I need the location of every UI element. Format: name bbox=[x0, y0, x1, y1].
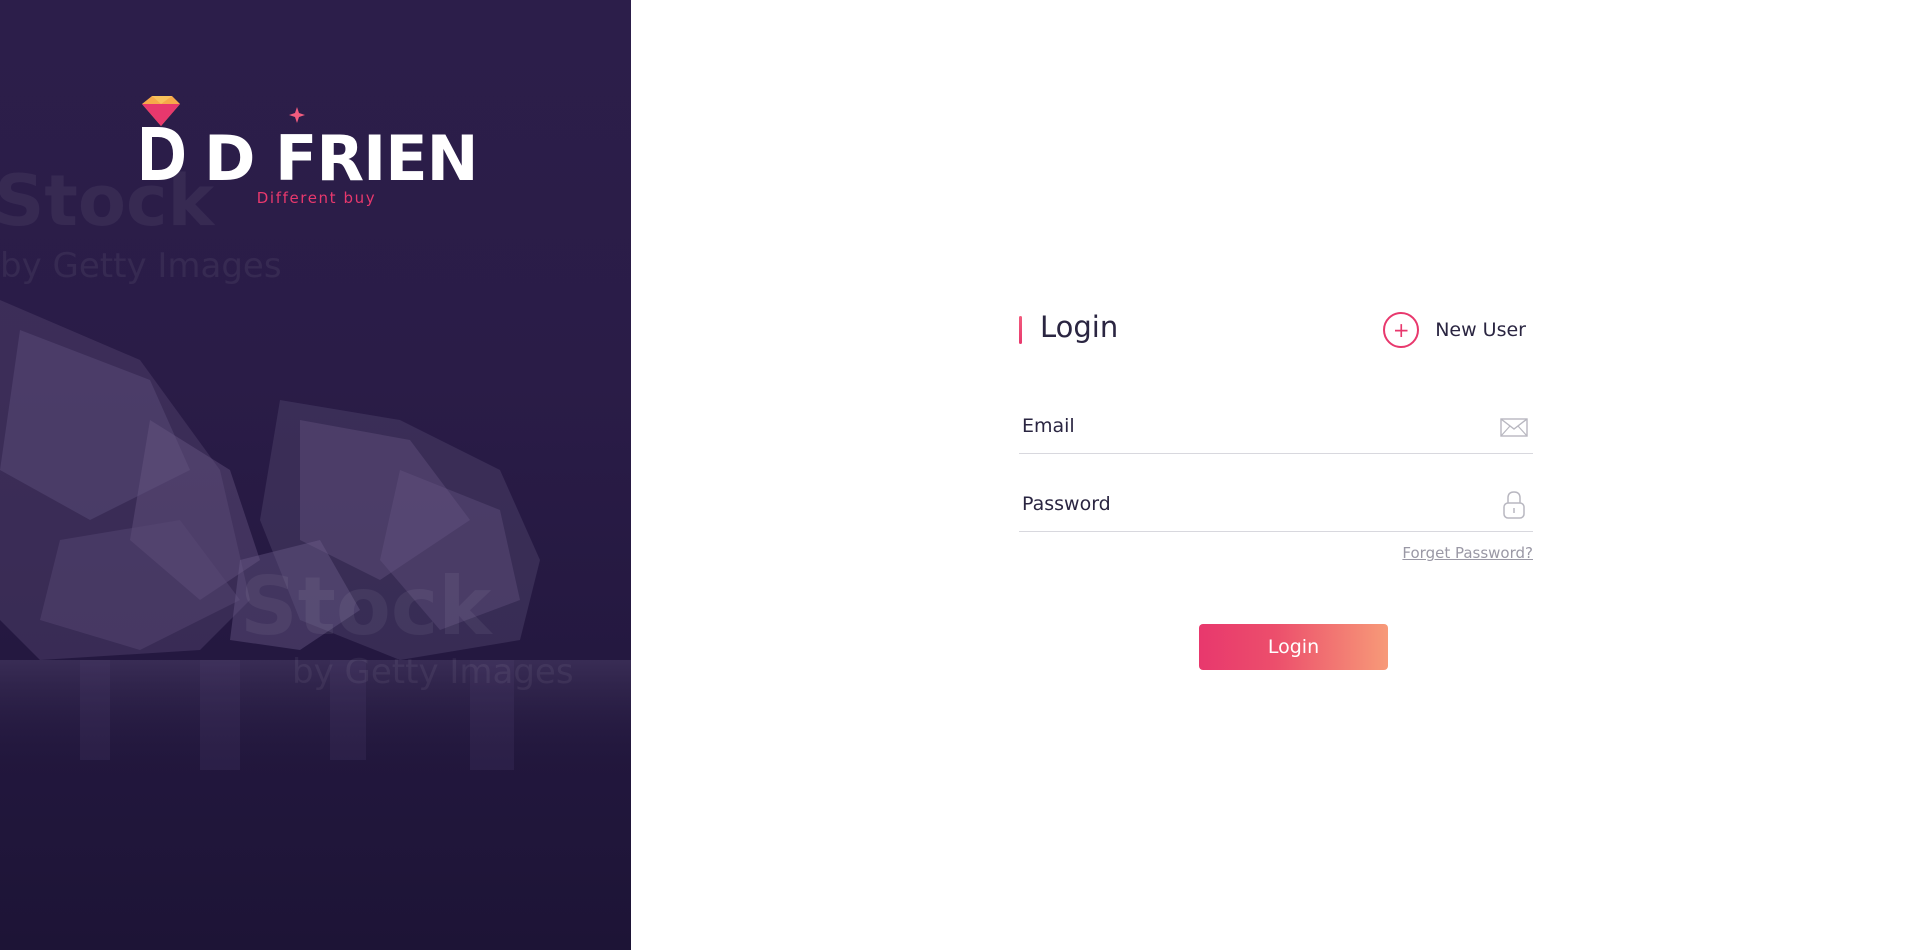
logo-wordmark: D FRIENDS bbox=[142, 96, 480, 184]
title-accent-bar bbox=[1019, 316, 1022, 344]
brand-panel: Stock by Getty Images Stock by Getty Ima… bbox=[0, 0, 631, 950]
email-input[interactable] bbox=[1022, 408, 1482, 444]
new-user-button[interactable]: + New User bbox=[1383, 311, 1526, 349]
brand-logo: D FRIENDS Different buy bbox=[140, 94, 480, 209]
lock-icon bbox=[1503, 491, 1525, 519]
plus-circle-icon: + bbox=[1383, 312, 1420, 348]
new-user-label: New User bbox=[1435, 319, 1526, 341]
watermark-getty: by Getty Images bbox=[0, 246, 282, 286]
page-title: Login bbox=[1040, 310, 1119, 344]
logo-text: D FRIENDS bbox=[204, 122, 480, 184]
forgot-password-link[interactable]: Forget Password? bbox=[1402, 544, 1533, 562]
password-field-wrapper bbox=[1019, 476, 1533, 532]
login-form: Login + New User Forget Password? Login bbox=[1019, 304, 1533, 684]
watermark-stock-2: Stock bbox=[240, 560, 492, 653]
form-header: Login + New User bbox=[1019, 304, 1533, 354]
password-input[interactable] bbox=[1022, 486, 1482, 522]
watermark-getty-2: by Getty Images bbox=[292, 652, 574, 692]
email-field-wrapper bbox=[1019, 398, 1533, 454]
brand-tagline: Different buy bbox=[256, 189, 377, 207]
envelope-icon bbox=[1500, 418, 1528, 437]
login-button[interactable]: Login bbox=[1199, 624, 1388, 670]
